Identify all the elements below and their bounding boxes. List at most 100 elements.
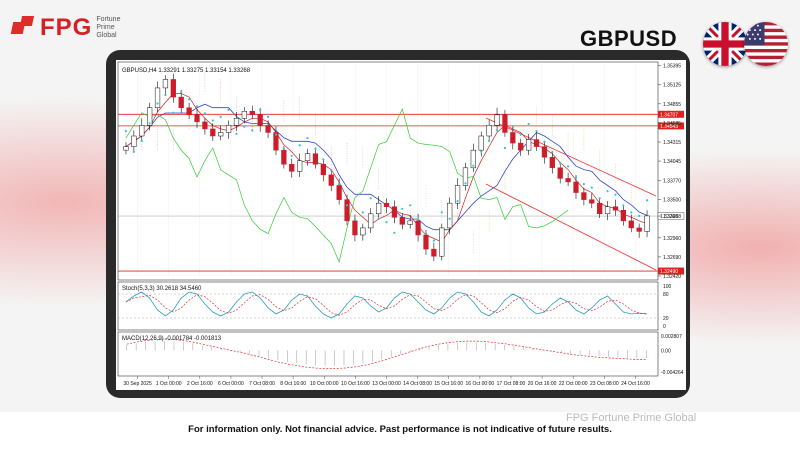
candle-body — [628, 220, 634, 229]
candle-body — [391, 206, 398, 218]
sar-dot — [188, 98, 191, 101]
brand-subtitle: Fortune Prime Global — [96, 16, 121, 39]
fpg-logo-mark-icon — [10, 16, 36, 40]
sar-dot — [645, 199, 649, 202]
candle-body — [328, 174, 334, 186]
sar-dot — [353, 218, 357, 221]
candle-body — [336, 185, 342, 200]
candle-body — [636, 227, 642, 232]
candle-body — [281, 149, 287, 165]
price-panel — [117, 61, 659, 281]
sar-dot — [251, 129, 254, 132]
time-tick-label: 6 Oct 00:00 — [218, 381, 244, 387]
candle-body — [194, 114, 200, 123]
candle-body — [644, 215, 650, 232]
candle-body — [344, 199, 350, 222]
candle-body — [415, 220, 421, 236]
sar-dot — [559, 161, 562, 164]
time-tick-label: 8 Oct 16:00 — [280, 381, 306, 387]
candle-body — [249, 111, 255, 116]
brand-name: FPG — [40, 14, 93, 41]
candle-body — [597, 202, 603, 215]
sar-dot — [203, 112, 207, 115]
price-tick-label: 1.34315 — [663, 140, 681, 146]
candle-body — [139, 125, 145, 137]
price-tick-label: 1.35125 — [663, 83, 681, 89]
sar-dot — [259, 108, 262, 111]
time-tick-label: 22 Oct 00:00 — [559, 381, 588, 387]
sar-dot — [235, 132, 238, 135]
time-tick-label: 15 Oct 16:00 — [434, 381, 463, 387]
time-tick-label: 24 Oct 16:00 — [621, 381, 650, 387]
candle-body — [360, 227, 366, 236]
sar-dot — [590, 186, 593, 189]
candle-body — [620, 209, 626, 222]
sar-dot — [630, 211, 633, 214]
time-tick-label: 2 Oct 16:00 — [187, 381, 213, 387]
sar-dot — [172, 111, 175, 114]
uk-flag-icon — [703, 22, 747, 66]
candle-body — [241, 111, 247, 119]
sar-dot — [132, 150, 135, 153]
sar-dot — [124, 129, 128, 133]
sar-dot — [211, 119, 214, 122]
sar-dot — [424, 232, 428, 235]
price-tick-label: 1.32690 — [663, 255, 681, 261]
stoch-axis-label: 0 — [663, 324, 666, 330]
candle-body — [612, 206, 619, 211]
disclaimer: For information only. Not financial advi… — [188, 424, 612, 435]
price-tick-label: 1.33500 — [663, 198, 681, 204]
candle-body — [423, 234, 429, 250]
macd-header: MACD(12,26,9) -0.001784 -0.001813 — [122, 336, 222, 342]
sar-dot — [409, 204, 412, 207]
candle-body — [225, 125, 232, 133]
macd-axis-label: 0.002807 — [661, 334, 682, 340]
sar-dot — [440, 211, 443, 214]
sar-dot — [535, 129, 538, 133]
sar-dot — [464, 182, 467, 185]
sar-dot — [472, 164, 475, 167]
candle-body — [257, 114, 263, 126]
candle-body — [407, 220, 413, 225]
candle-body — [431, 248, 437, 257]
time-tick-label: 17 Oct 08:00 — [497, 381, 526, 387]
trading-chart: 1.347071.345431.324901.33268 1.353951.35… — [117, 61, 685, 387]
macd-axis-label: -0.004264 — [661, 370, 684, 376]
sar-dot — [243, 125, 246, 128]
sar-dot — [345, 204, 349, 207]
time-tick-label: 1 Oct 00:00 — [156, 381, 182, 387]
candle-body — [368, 213, 374, 229]
candle-body — [170, 79, 176, 98]
sar-dot — [361, 211, 364, 214]
sar-dot — [306, 137, 309, 140]
time-tick-label: 16 Oct 00:00 — [466, 381, 495, 387]
candle-body — [210, 128, 216, 137]
candle-body — [502, 114, 508, 133]
sar-dot — [282, 147, 285, 150]
sar-dot — [574, 175, 578, 179]
candle-body — [399, 217, 405, 225]
sar-dot — [448, 217, 451, 220]
candle-body — [494, 114, 500, 126]
candle-body — [533, 139, 540, 147]
red-level-label: 1.34707 — [660, 112, 678, 118]
price-tick-label: 1.35395 — [663, 64, 681, 70]
stoch-axis-label: 20 — [663, 316, 669, 322]
candle-body — [233, 118, 240, 126]
stoch-header: Stoch(5,3,3) 30.2618 34.5460 — [122, 286, 202, 292]
time-tick-label: 13 Oct 00:00 — [372, 381, 401, 387]
sar-dot — [401, 207, 404, 210]
sar-dot — [543, 140, 546, 143]
price-tick-label: 1.34045 — [663, 159, 681, 165]
price-tick-label: 1.32960 — [663, 236, 681, 242]
time-tick-label: 20 Oct 16:00 — [528, 381, 557, 387]
sar-dot — [582, 182, 585, 186]
time-tick-label: 23 Oct 08:00 — [590, 381, 619, 387]
macd-axis-label: 0.00 — [661, 348, 671, 354]
sar-dot — [219, 115, 222, 119]
sar-dot — [638, 214, 641, 217]
sar-dot — [527, 122, 530, 126]
sar-dot — [503, 146, 507, 150]
sar-dot — [416, 218, 420, 221]
sar-dot — [227, 108, 230, 111]
